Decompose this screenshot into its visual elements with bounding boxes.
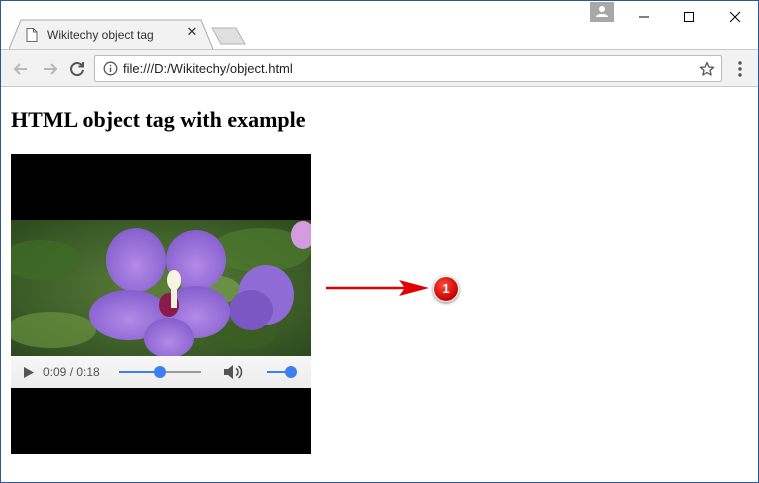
document-icon: [26, 28, 38, 42]
info-icon[interactable]: [103, 61, 118, 76]
current-time: 0:09: [43, 365, 67, 379]
play-icon[interactable]: [23, 366, 35, 379]
seek-thumb[interactable]: [154, 366, 166, 378]
video-player[interactable]: 0:09 / 0:18: [11, 154, 311, 454]
minimize-button[interactable]: [621, 1, 667, 33]
seek-bar[interactable]: [119, 366, 201, 378]
forward-arrow-icon[interactable]: [39, 58, 61, 80]
person-icon: [596, 6, 608, 17]
annotation-badge: 1: [433, 276, 459, 302]
new-tab-icon[interactable]: [211, 27, 247, 45]
tab-active[interactable]: Wikitechy object tag ✕: [9, 19, 213, 49]
annotation-arrow: [326, 280, 429, 296]
maximize-icon: [684, 12, 694, 22]
star-icon[interactable]: [699, 61, 715, 77]
reload-icon[interactable]: [66, 58, 88, 80]
back-arrow-icon[interactable]: [10, 58, 32, 80]
video-time: 0:09 / 0:18: [43, 365, 100, 379]
tab-strip: Wikitechy object tag ✕: [1, 1, 758, 49]
page-title: HTML object tag with example: [11, 107, 306, 132]
browser-window: Wikitechy object tag ✕ file:///D:/Wikite…: [0, 0, 759, 483]
browser-toolbar: file:///D:/Wikitechy/object.html: [1, 49, 758, 87]
profile-icon[interactable]: [590, 2, 614, 22]
time-separator: /: [66, 365, 77, 379]
video-frame-flower[interactable]: [11, 220, 311, 356]
close-icon: [729, 11, 741, 23]
volume-slider[interactable]: [267, 366, 297, 378]
tab-title: Wikitechy object tag: [47, 28, 154, 42]
address-bar[interactable]: file:///D:/Wikitechy/object.html: [94, 55, 722, 82]
close-window-button[interactable]: [712, 1, 758, 33]
url-text[interactable]: file:///D:/Wikitechy/object.html: [123, 61, 293, 76]
volume-icon[interactable]: [223, 363, 243, 381]
tab-close-icon[interactable]: ✕: [184, 25, 200, 41]
more-menu-icon[interactable]: [732, 60, 748, 78]
volume-thumb[interactable]: [284, 366, 297, 378]
page-content: HTML object tag with example 0:09 / 0:18…: [1, 87, 758, 482]
video-controls: 0:09 / 0:18: [11, 356, 311, 388]
duration: 0:18: [76, 365, 100, 379]
maximize-button[interactable]: [666, 1, 712, 33]
minimize-icon: [639, 16, 649, 18]
